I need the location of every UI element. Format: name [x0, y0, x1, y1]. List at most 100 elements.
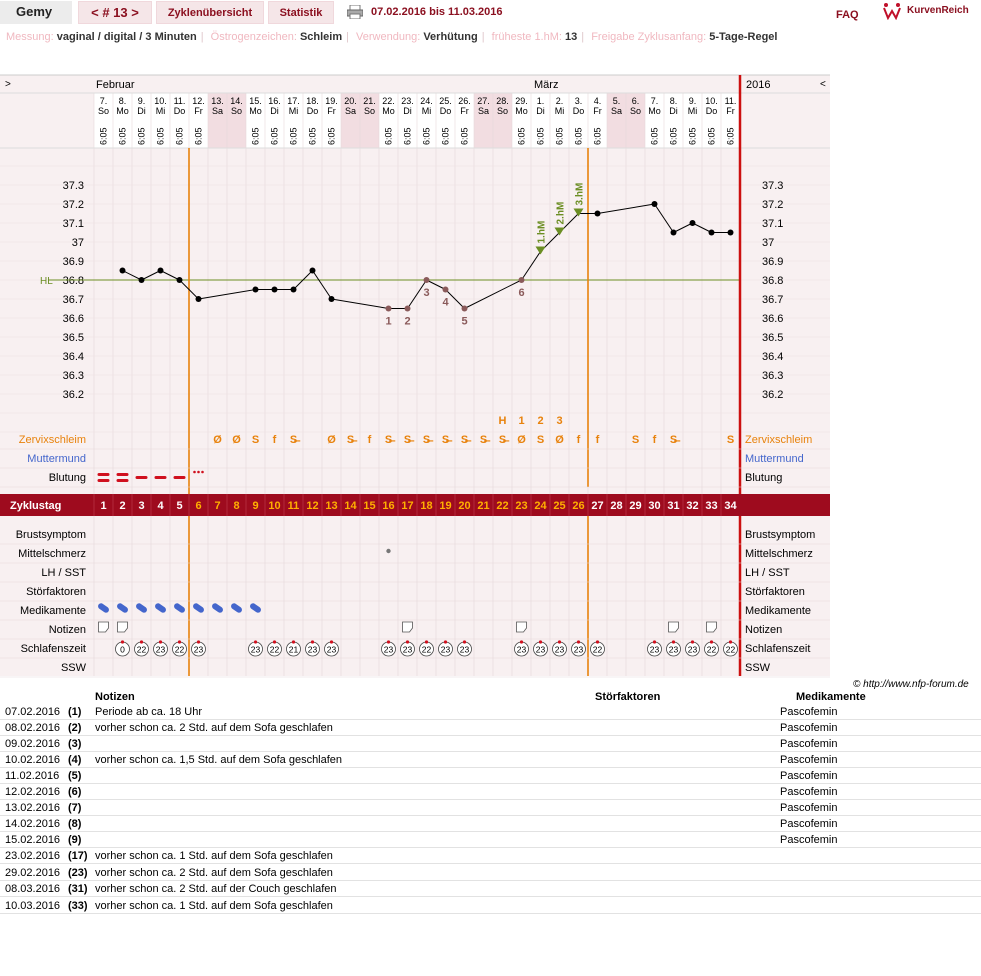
- time-label: 6:05: [194, 127, 204, 145]
- sleep-clock-marker: [291, 640, 296, 644]
- notes-cell-day: (6): [68, 786, 82, 798]
- cycle-day-number: 1: [100, 500, 106, 512]
- sleep-hour: 23: [688, 645, 698, 655]
- weekday-label: Fr: [726, 106, 735, 116]
- temp-point: [423, 277, 430, 283]
- sleep-clock-marker: [652, 640, 657, 644]
- notes-cell-note: vorher schon ca. 2 Std. auf der Couch ge…: [95, 883, 337, 895]
- row-label: Zervixschleim: [19, 434, 86, 446]
- notes-cell-med: Pascofemin: [780, 754, 838, 766]
- cycle-day-number: 8: [233, 500, 239, 512]
- cycle-day-number: 23: [515, 500, 527, 512]
- ytick-label: 36.3: [63, 370, 84, 382]
- time-label: 6:05: [441, 127, 451, 145]
- cycle-day-number: 32: [686, 500, 698, 512]
- notes-cell-date: 10.02.2016: [5, 754, 61, 766]
- sleep-clock-marker: [424, 640, 429, 644]
- ytick-label-right: 36.9: [762, 256, 783, 268]
- sleep-clock-marker: [671, 640, 676, 644]
- date-label: 15.: [249, 96, 262, 106]
- sleep-hour: 23: [441, 645, 451, 655]
- temp-point: [385, 305, 392, 312]
- hl-label: HL: [40, 276, 53, 287]
- temp-point: [157, 267, 164, 274]
- time-label: 6:05: [137, 127, 147, 145]
- mucus-symbol: S: [252, 434, 259, 446]
- weekday-label: So: [98, 106, 109, 116]
- notes-cell-day: (4): [68, 754, 82, 766]
- time-label: 6:05: [460, 127, 470, 145]
- time-label: 6:05: [327, 127, 337, 145]
- mucus-symbol: f: [273, 434, 277, 446]
- temp-point: [670, 229, 677, 236]
- sleep-clock-marker: [196, 640, 201, 644]
- sleep-hour: 23: [555, 645, 565, 655]
- cycle-day-number: 18: [420, 500, 432, 512]
- row-label: Schlafenszeit: [21, 643, 86, 655]
- notes-row: 08.03.2016 (31) vorher schon ca. 2 Std. au…: [0, 881, 981, 897]
- notes-cell-note: vorher schon ca. 2 Std. auf dem Sofa ges…: [95, 867, 333, 879]
- notes-cell-day: (9): [68, 834, 82, 846]
- weekday-label: So: [630, 106, 641, 116]
- notes-cell-day: (23): [68, 867, 88, 879]
- notes-cell-date: 08.03.2016: [5, 883, 61, 895]
- notes-cell-med: Pascofemin: [780, 706, 838, 718]
- weekday-label: Mi: [422, 106, 432, 116]
- notes-cell-date: 14.02.2016: [5, 818, 61, 830]
- row-label: SSW: [61, 662, 87, 674]
- weekday-label: Sa: [478, 106, 489, 116]
- notes-cell-date: 29.02.2016: [5, 867, 61, 879]
- time-label: 6:05: [726, 127, 736, 145]
- temp-point: [727, 229, 734, 236]
- low-mark-label: 1: [385, 316, 391, 328]
- ytick-label-right: 37.1: [762, 218, 783, 230]
- low-mark-label: 3: [423, 287, 429, 299]
- temp-point: [138, 277, 145, 283]
- mucus-symbol: Ø: [213, 434, 222, 446]
- date-label: 7.: [651, 96, 659, 106]
- note-icon: [98, 621, 109, 633]
- row-label-right: Medikamente: [745, 605, 811, 617]
- cycle-day-number: 33: [705, 500, 717, 512]
- weekday-label: Do: [440, 106, 452, 116]
- time-label: 6:05: [669, 127, 679, 145]
- ytick-label-right: 37: [762, 237, 774, 249]
- cycle-day-number: 5: [176, 500, 182, 512]
- date-label: 29.: [515, 96, 528, 106]
- ytick-label: 36.2: [63, 389, 84, 401]
- time-label: 6:05: [384, 127, 394, 145]
- row-label-right: Blutung: [745, 472, 782, 484]
- date-label: 8.: [670, 96, 678, 106]
- notes-row: 10.03.2016 (33) vorher schon ca. 1 Std. au…: [0, 898, 981, 914]
- cycle-day-number: 24: [534, 500, 547, 512]
- sleep-hour: 23: [251, 645, 261, 655]
- notes-cell-med: Pascofemin: [780, 834, 838, 846]
- column-header: Störfaktoren: [595, 691, 661, 703]
- cycle-day-number: 13: [325, 500, 337, 512]
- mucus-symbol: f: [596, 434, 600, 446]
- bleeding-mark: [116, 479, 129, 482]
- mucus-symbol: f: [368, 434, 372, 446]
- notes-cell-med: Pascofemin: [780, 738, 838, 750]
- cycle-day-number: 14: [344, 500, 357, 512]
- temp-point: [252, 286, 259, 293]
- sleep-clock-marker: [386, 640, 391, 644]
- high-mark-label: 1.hM: [537, 221, 548, 244]
- mucus-symbol: S: [727, 434, 734, 446]
- date-label: 7.: [100, 96, 108, 106]
- weekday-label: Mo: [249, 106, 262, 116]
- cycle-day-number: 22: [496, 500, 508, 512]
- temp-point: [442, 286, 449, 293]
- sleep-hour: 23: [327, 645, 337, 655]
- mucus-symbol: f: [577, 434, 581, 446]
- temp-point: [404, 305, 411, 312]
- notes-cell-day: (17): [68, 850, 88, 862]
- cycle-day-number: 28: [610, 500, 622, 512]
- ytick-label: 36.8: [63, 275, 84, 287]
- date-label: 25.: [439, 96, 452, 106]
- date-label: 4.: [594, 96, 602, 106]
- time-label: 6:05: [650, 127, 660, 145]
- sleep-hour: 22: [270, 645, 280, 655]
- row-label-right: Notizen: [745, 624, 782, 636]
- ytick-label-right: 36.4: [762, 351, 783, 363]
